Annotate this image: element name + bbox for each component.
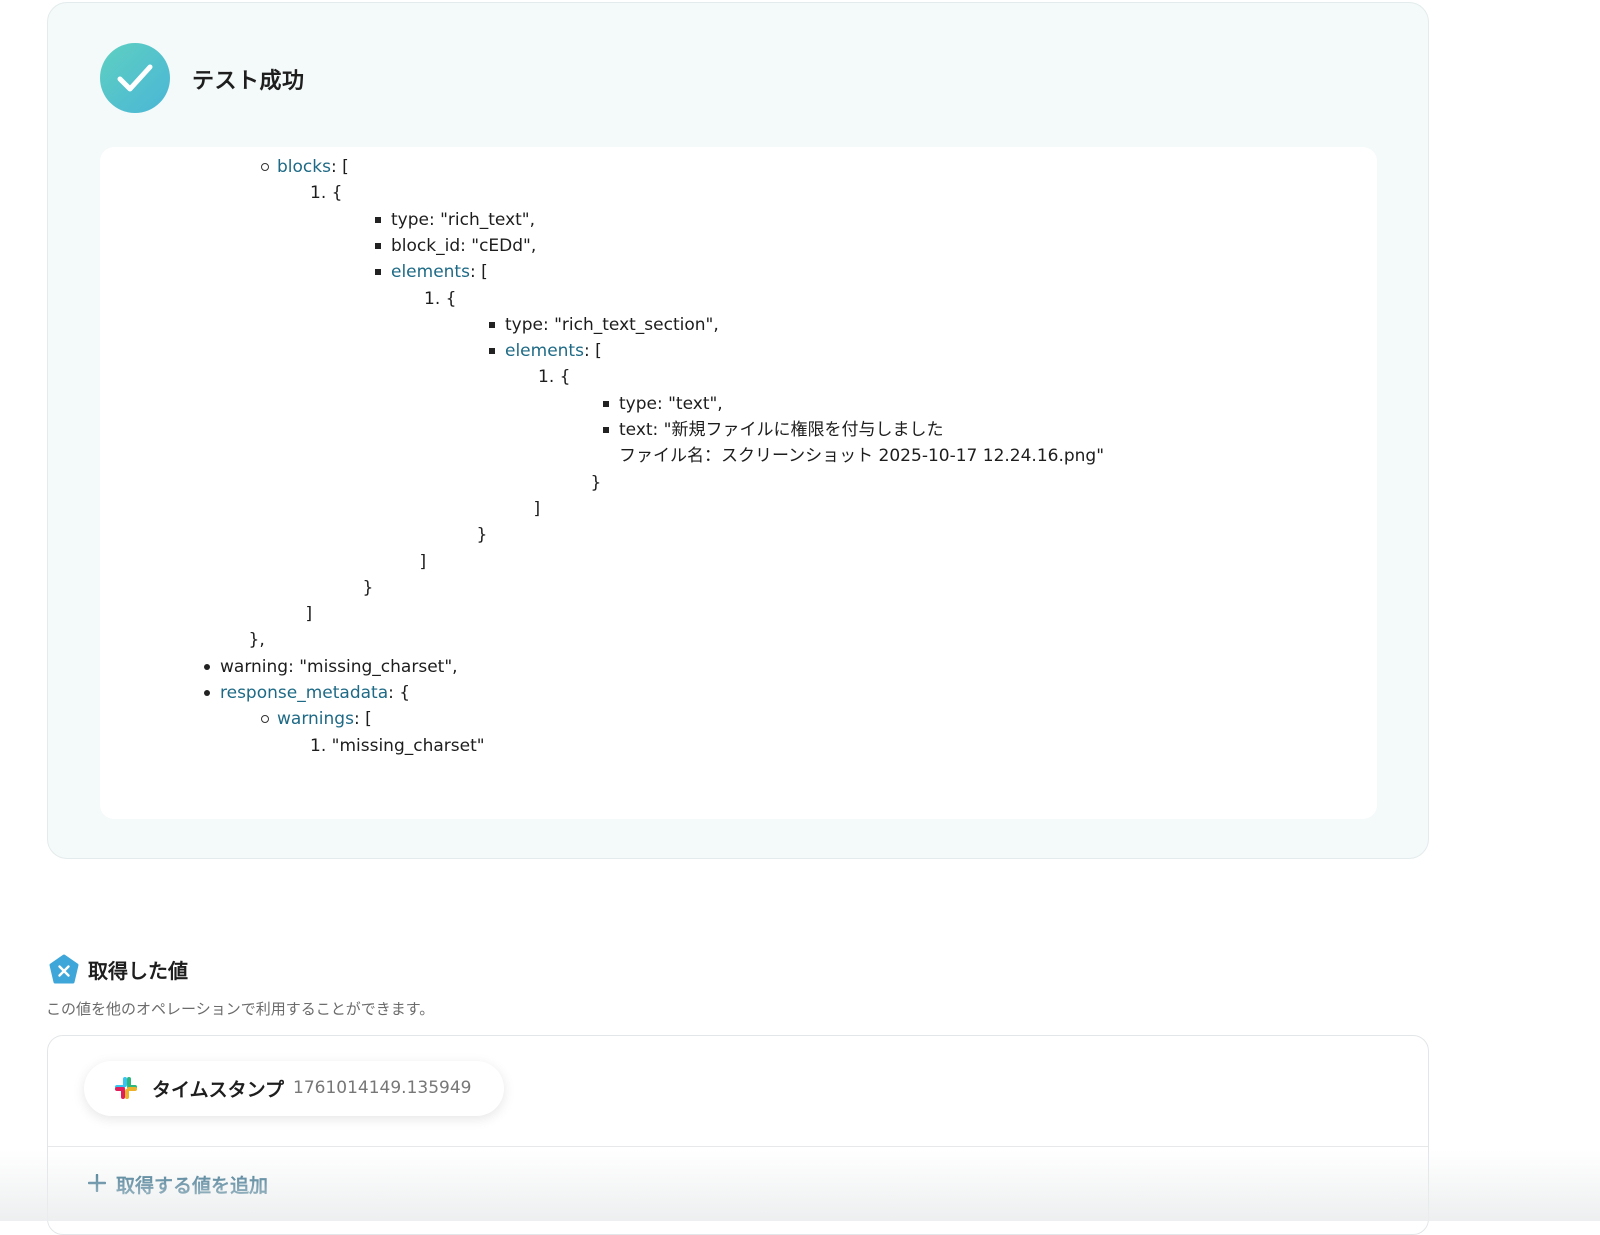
output-line: text: "新規ファイルに権限を付与しました: [100, 418, 1377, 442]
output-line: ファイル名：スクリーンショット 2025-10-17 12.24.16.png": [100, 444, 1377, 468]
line-text: warning: "missing_charset",: [220, 656, 458, 677]
line-text: 1. {: [424, 288, 457, 309]
output-line: }: [100, 576, 1377, 600]
line-text: elements: [: [391, 262, 488, 283]
line-text: }: [362, 577, 374, 598]
test-result-panel: テスト成功 blocks: [1. {type: "rich_text", blo…: [47, 2, 1429, 859]
output-line: ]: [100, 497, 1377, 521]
divider: [48, 1146, 1428, 1147]
line-text: blocks: [: [277, 157, 349, 177]
plus-icon: [87, 1173, 107, 1193]
line-text: 1. {: [538, 367, 571, 388]
section-description: この値を他のオペレーションで利用することができます。: [46, 1000, 435, 1018]
list-bullet: [375, 242, 381, 249]
output-line: warning: "missing_charset",: [100, 655, 1377, 679]
acquired-values-panel: タイムスタンプ 1761014149.135949 取得する値を追加: [47, 1035, 1429, 1235]
list-bullet: [261, 163, 269, 171]
line-text: ]: [419, 551, 427, 572]
output-line: elements: [: [100, 260, 1377, 284]
line-text: type: "rich_text_section",: [505, 314, 719, 335]
json-output: blocks: [ 1. { type: "rich_text", block_id:…: [100, 147, 1377, 819]
line-text: type: "rich_text",: [391, 209, 536, 230]
output-line: ]: [100, 550, 1377, 574]
json-key: warnings: [277, 709, 354, 730]
output-line: 1. {: [100, 287, 1377, 311]
json-key: response_metadata: [220, 683, 389, 703]
list-bullet: [489, 348, 495, 355]
list-bullet: [603, 427, 609, 433]
section-title: 取得した値: [88, 959, 188, 983]
list-bullet: [204, 690, 210, 696]
output-line: },: [100, 628, 1377, 652]
json-key: elements: [505, 341, 584, 362]
output-line: type: "text",: [100, 392, 1377, 416]
line-text: },: [248, 630, 265, 651]
json-key: blocks: [277, 157, 331, 177]
output-line: 1. {: [100, 181, 1377, 205]
list-bullet: [261, 715, 269, 724]
output-line: type: "rich_text_section",: [100, 313, 1377, 337]
output-line: blocks: [: [100, 155, 1377, 179]
line-text: }: [590, 472, 602, 493]
line-text: }: [476, 525, 488, 546]
output-line: response_metadata: {: [100, 681, 1377, 705]
line-text: ]: [533, 498, 541, 519]
json-key: elements: [391, 262, 470, 283]
panel-title: テスト成功: [192, 69, 305, 94]
value-text: 1761014149.135949: [293, 1078, 472, 1098]
list-bullet: [375, 269, 381, 276]
line-text: ファイル名：スクリーンショット 2025-10-17 12.24.16.png": [619, 446, 1105, 467]
list-bullet: [204, 663, 210, 670]
list-bullet: [603, 400, 609, 407]
output-line: elements: [: [100, 339, 1377, 363]
line-text: type: "text",: [619, 393, 723, 414]
output-line: 1. {: [100, 365, 1377, 389]
line-text: block_id: "cEDd",: [391, 235, 537, 256]
list-bullet: [489, 321, 495, 328]
line-text: elements: [: [505, 341, 602, 362]
output-line: block_id: "cEDd",: [100, 234, 1377, 258]
line-text: 1. {: [310, 183, 343, 204]
list-bullet: [375, 216, 381, 223]
line-text: ]: [305, 604, 313, 625]
output-line: 1. "missing_charset": [100, 734, 1377, 758]
value-chip-timestamp[interactable]: タイムスタンプ 1761014149.135949: [84, 1061, 504, 1116]
line-text: warnings: [: [277, 709, 372, 730]
add-value-label: 取得する値を追加: [116, 1175, 269, 1197]
output-line: warnings: [: [100, 707, 1377, 731]
output-line: }: [100, 523, 1377, 547]
check-icon: [100, 43, 170, 113]
output-line: type: "rich_text",: [100, 208, 1377, 232]
value-label: タイムスタンプ: [152, 1079, 285, 1101]
line-text: text: "新規ファイルに権限を付与しました: [619, 420, 944, 440]
line-text: response_metadata: {: [220, 683, 411, 703]
line-text: 1. "missing_charset": [310, 735, 485, 756]
output-line: ]: [100, 602, 1377, 626]
variable-x-icon: [48, 954, 80, 986]
output-line: }: [100, 471, 1377, 495]
slack-icon: [114, 1076, 138, 1100]
